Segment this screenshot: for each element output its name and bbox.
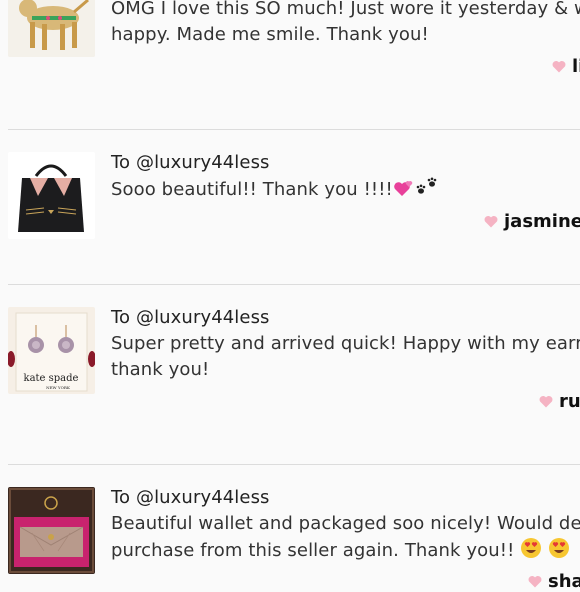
review-recipient: To @luxury44less xyxy=(111,487,270,508)
review-text-line: thank you! xyxy=(111,359,210,380)
review-text: Sooo beautiful!! Thank you !!!! xyxy=(111,176,439,203)
dog-figurine-image xyxy=(8,0,95,57)
brand-card-label: kate spade xyxy=(24,373,79,384)
review-author[interactable]: li xyxy=(552,56,580,77)
author-handle: jasminer xyxy=(504,211,580,232)
review-text-line: happy. Made me smile. Thank you! xyxy=(111,24,429,45)
cat-handbag-image xyxy=(8,152,95,239)
review-author[interactable]: jasminer xyxy=(484,211,580,232)
heart-eyes-emoji-icon xyxy=(549,538,570,558)
brand-card-sublabel: NEW YORK xyxy=(46,385,71,390)
review-text-line: OMG I love this SO much! Just wore it ye… xyxy=(111,0,580,19)
review-text-line: Beautiful wallet and packaged soo nicely… xyxy=(111,513,580,534)
author-handle: sha xyxy=(548,571,580,592)
heart-icon xyxy=(528,575,542,588)
review-text-line: Super pretty and arrived quick! Happy wi… xyxy=(111,333,580,354)
review-item: To @luxury44less Sooo beautiful!! Thank … xyxy=(0,130,580,285)
review-text-line-with-emoji: purchase from this seller again. Thank y… xyxy=(111,537,580,564)
product-thumbnail[interactable] xyxy=(8,487,95,574)
heart-eyes-emoji-icon xyxy=(521,538,542,558)
author-handle: rul xyxy=(559,391,580,412)
review-recipient: To @luxury44less xyxy=(111,307,270,328)
review-item: OMG I love this SO much! Just wore it ye… xyxy=(0,0,580,130)
product-thumbnail[interactable]: kate spade NEW YORK xyxy=(8,307,95,394)
product-thumbnail[interactable] xyxy=(8,0,95,57)
review-feed: OMG I love this SO much! Just wore it ye… xyxy=(0,0,580,592)
review-item: kate spade NEW YORK To @luxury44less Sup… xyxy=(0,285,580,465)
heart-icon xyxy=(552,60,566,73)
review-text: Super pretty and arrived quick! Happy wi… xyxy=(111,331,580,383)
wallet-box-image xyxy=(8,487,95,574)
heart-icon xyxy=(484,215,498,228)
product-thumbnail[interactable] xyxy=(8,152,95,239)
review-author[interactable]: rul xyxy=(539,391,580,412)
review-text: OMG I love this SO much! Just wore it ye… xyxy=(111,0,580,48)
review-text: Beautiful wallet and packaged soo nicely… xyxy=(111,511,580,564)
review-text-line: Sooo beautiful!! Thank you !!!! xyxy=(111,179,393,200)
review-item: To @luxury44less Beautiful wallet and pa… xyxy=(0,465,580,592)
author-handle: li xyxy=(572,56,580,77)
review-text-line: purchase from this seller again. Thank y… xyxy=(111,540,521,561)
review-recipient: To @luxury44less xyxy=(111,152,270,173)
review-author[interactable]: sha xyxy=(528,571,580,592)
paw-prints-emoji-icon xyxy=(416,177,437,194)
heart-icon xyxy=(539,395,553,408)
two-hearts-emoji-icon xyxy=(394,181,413,196)
earrings-card-image: kate spade NEW YORK xyxy=(8,307,95,394)
